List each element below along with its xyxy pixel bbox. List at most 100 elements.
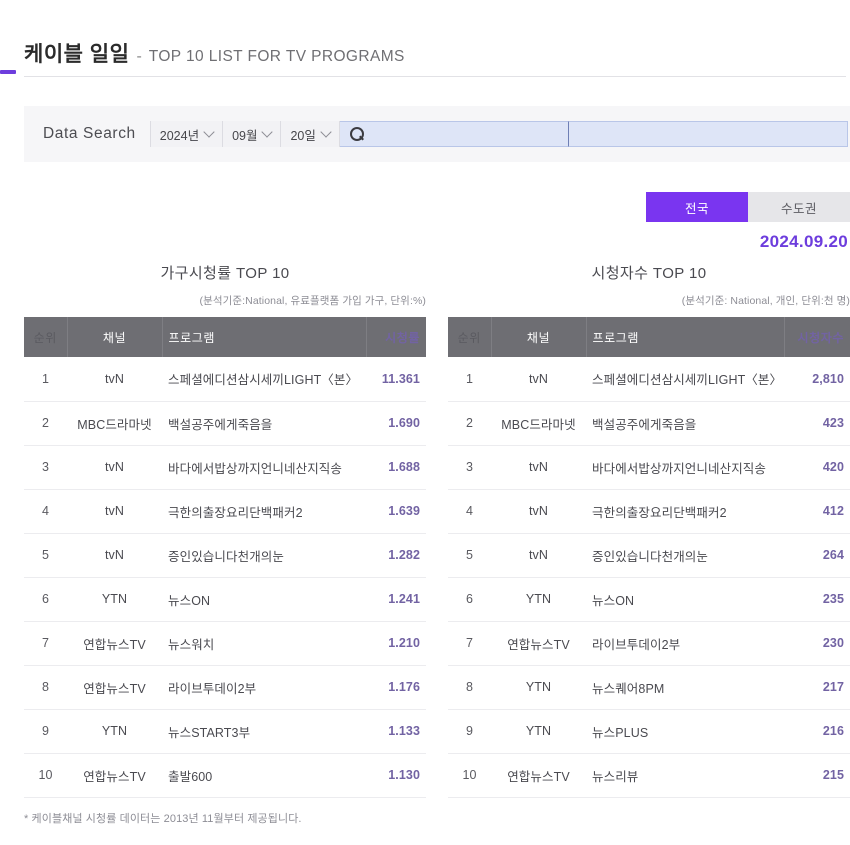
cell-program: 스페셜에디션삼시세끼LIGHT〈본〉 bbox=[586, 357, 784, 402]
cell-value: 2,810 bbox=[784, 357, 850, 402]
cell-channel: MBC드라마넷 bbox=[491, 401, 586, 446]
cell-channel: YTN bbox=[67, 577, 162, 622]
cell-rank: 10 bbox=[24, 753, 67, 798]
region-toggle-metro[interactable]: 수도권 bbox=[748, 192, 850, 222]
cell-value: 264 bbox=[784, 533, 850, 578]
cell-program: 백설공주에게죽음을 bbox=[162, 401, 366, 446]
page-title-ko: 케이블 일일 bbox=[24, 43, 130, 66]
search-icon[interactable] bbox=[349, 126, 365, 142]
cell-value: 217 bbox=[784, 665, 850, 710]
page-title: 케이블 일일 - TOP 10 LIST FOR TV PROGRAMS bbox=[24, 38, 850, 68]
table-row[interactable]: 6 YTN 뉴스ON 235 bbox=[448, 577, 850, 622]
table-row[interactable]: 6 YTN 뉴스ON 1.241 bbox=[24, 577, 426, 622]
cell-channel: 연합뉴스TV bbox=[67, 621, 162, 666]
cell-value: 412 bbox=[784, 489, 850, 534]
day-select-value: 20일 bbox=[290, 128, 316, 143]
cell-program: 백설공주에게죽음을 bbox=[586, 401, 784, 446]
cell-channel: tvN bbox=[491, 357, 586, 402]
cell-channel: tvN bbox=[491, 533, 586, 578]
month-select[interactable]: 09월 bbox=[223, 121, 282, 147]
table-row[interactable]: 2 MBC드라마넷 백설공주에게죽음을 1.690 bbox=[24, 401, 426, 446]
cell-channel: YTN bbox=[491, 665, 586, 710]
cell-rank: 4 bbox=[24, 489, 67, 534]
viewer-count-tbody: 1 tvN 스페셜에디션삼시세끼LIGHT〈본〉 2,810 2 MBC드라마넷 백설공주에… bbox=[448, 357, 850, 798]
table-row[interactable]: 7 연합뉴스TV 뉴스워치 1.210 bbox=[24, 621, 426, 666]
year-select-value: 2024년 bbox=[159, 128, 200, 143]
search-input[interactable] bbox=[370, 127, 551, 141]
column-header-channel: 채널 bbox=[67, 317, 163, 357]
cell-channel: YTN bbox=[491, 709, 586, 754]
cell-rank: 8 bbox=[448, 665, 491, 710]
table-row[interactable]: 9 YTN 뉴스PLUS 216 bbox=[448, 709, 850, 754]
cell-program: 뉴스PLUS bbox=[586, 709, 784, 754]
region-toggle: 전국 수도권 bbox=[646, 192, 850, 222]
cell-value: 216 bbox=[784, 709, 850, 754]
day-select[interactable]: 20일 bbox=[281, 121, 340, 147]
household-rating-title: 가구시청률 TOP 10 bbox=[160, 265, 290, 282]
cell-program: 뉴스워치 bbox=[162, 621, 366, 666]
cell-program: 출발600 bbox=[162, 753, 366, 798]
cell-program: 라이브투데이2부 bbox=[162, 665, 366, 710]
cell-value: 1.210 bbox=[366, 621, 426, 666]
cell-value: 1.241 bbox=[366, 577, 426, 622]
cell-program: 뉴스ON bbox=[162, 577, 366, 622]
cell-rank: 1 bbox=[448, 357, 491, 402]
table-row[interactable]: 3 tvN 바다에서밥상까지언니네산지직송 420 bbox=[448, 445, 850, 490]
table-row[interactable]: 4 tvN 극한의출장요리단백패커2 1.639 bbox=[24, 489, 426, 534]
cell-program: 라이브투데이2부 bbox=[586, 621, 784, 666]
cell-value: 1.690 bbox=[366, 401, 426, 446]
cell-channel: MBC드라마넷 bbox=[67, 401, 162, 446]
page-header: 케이블 일일 - TOP 10 LIST FOR TV PROGRAMS bbox=[0, 0, 850, 80]
household-rating-table-block: 가구시청률 TOP 10 (분석기준:National, 유료플랫폼 가입 가구… bbox=[24, 262, 426, 798]
cell-value: 423 bbox=[784, 401, 850, 446]
region-toggle-nationwide[interactable]: 전국 bbox=[646, 192, 748, 222]
chevron-down-icon bbox=[261, 126, 274, 138]
secondary-input[interactable] bbox=[567, 121, 848, 147]
table-row[interactable]: 7 연합뉴스TV 라이브투데이2부 230 bbox=[448, 621, 850, 666]
ranking-tables: 가구시청률 TOP 10 (분석기준:National, 유료플랫폼 가입 가구… bbox=[24, 262, 850, 798]
cell-program: 극한의출장요리단백패커2 bbox=[586, 489, 784, 534]
cell-rank: 10 bbox=[448, 753, 491, 798]
table-row[interactable]: 2 MBC드라마넷 백설공주에게죽음을 423 bbox=[448, 401, 850, 446]
cell-channel: 연합뉴스TV bbox=[67, 665, 162, 710]
cell-value: 215 bbox=[784, 753, 850, 798]
data-search-panel: Data Search 2024년 09월 20일 bbox=[24, 106, 850, 162]
table-row[interactable]: 10 연합뉴스TV 뉴스리뷰 215 bbox=[448, 753, 850, 798]
cell-program: 스페셜에디션삼시세끼LIGHT〈본〉 bbox=[162, 357, 366, 402]
cell-program: 뉴스리뷰 bbox=[586, 753, 784, 798]
cell-program: 뉴스퀘어8PM bbox=[586, 665, 784, 710]
cell-rank: 7 bbox=[448, 621, 491, 666]
table-row[interactable]: 5 tvN 증인있습니다천개의눈 264 bbox=[448, 533, 850, 578]
table-row[interactable]: 5 tvN 증인있습니다천개의눈 1.282 bbox=[24, 533, 426, 578]
table-row[interactable]: 9 YTN 뉴스START3부 1.133 bbox=[24, 709, 426, 754]
table-row[interactable]: 3 tvN 바다에서밥상까지언니네산지직송 1.688 bbox=[24, 445, 426, 490]
year-select[interactable]: 2024년 bbox=[149, 121, 224, 147]
cell-rank: 7 bbox=[24, 621, 67, 666]
table-row[interactable]: 4 tvN 극한의출장요리단백패커2 412 bbox=[448, 489, 850, 534]
cell-value: 1.130 bbox=[366, 753, 426, 798]
household-rating-table: 순위 채널 프로그램 시청률 1 tvN 스페셜에디션삼시세끼LIGHT〈본〉 11.… bbox=[24, 317, 426, 798]
search-field[interactable] bbox=[339, 121, 568, 147]
cell-rank: 8 bbox=[24, 665, 67, 710]
page-root: 케이블 일일 - TOP 10 LIST FOR TV PROGRAMS Dat… bbox=[0, 0, 850, 845]
table-row[interactable]: 10 연합뉴스TV 출발600 1.130 bbox=[24, 753, 426, 798]
cell-rank: 3 bbox=[24, 445, 67, 490]
cell-value: 1.176 bbox=[366, 665, 426, 710]
cell-channel: tvN bbox=[491, 445, 586, 490]
title-divider bbox=[24, 76, 846, 77]
table-row[interactable]: 8 연합뉴스TV 라이브투데이2부 1.176 bbox=[24, 665, 426, 710]
cell-value: 1.688 bbox=[366, 445, 426, 490]
table-row[interactable]: 1 tvN 스페셜에디션삼시세끼LIGHT〈본〉 11.361 bbox=[24, 357, 426, 402]
cell-value: 420 bbox=[784, 445, 850, 490]
table-row[interactable]: 8 YTN 뉴스퀘어8PM 217 bbox=[448, 665, 850, 710]
cell-channel: tvN bbox=[67, 533, 162, 578]
table-header-row: 순위 채널 프로그램 시청자수 bbox=[448, 317, 850, 357]
cell-rank: 2 bbox=[448, 401, 491, 446]
table-row[interactable]: 1 tvN 스페셜에디션삼시세끼LIGHT〈본〉 2,810 bbox=[448, 357, 850, 402]
cell-program: 극한의출장요리단백패커2 bbox=[162, 489, 366, 534]
viewer-count-table-block: 시청자수 TOP 10 (분석기준: National, 개인, 단위:천 명)… bbox=[448, 262, 850, 798]
cell-value: 11.361 bbox=[366, 357, 426, 402]
cell-rank: 1 bbox=[24, 357, 67, 402]
viewer-count-table: 순위 채널 프로그램 시청자수 1 tvN 스페셜에디션삼시세끼LIGHT〈본〉 2,… bbox=[448, 317, 850, 798]
cell-value: 1.639 bbox=[366, 489, 426, 534]
